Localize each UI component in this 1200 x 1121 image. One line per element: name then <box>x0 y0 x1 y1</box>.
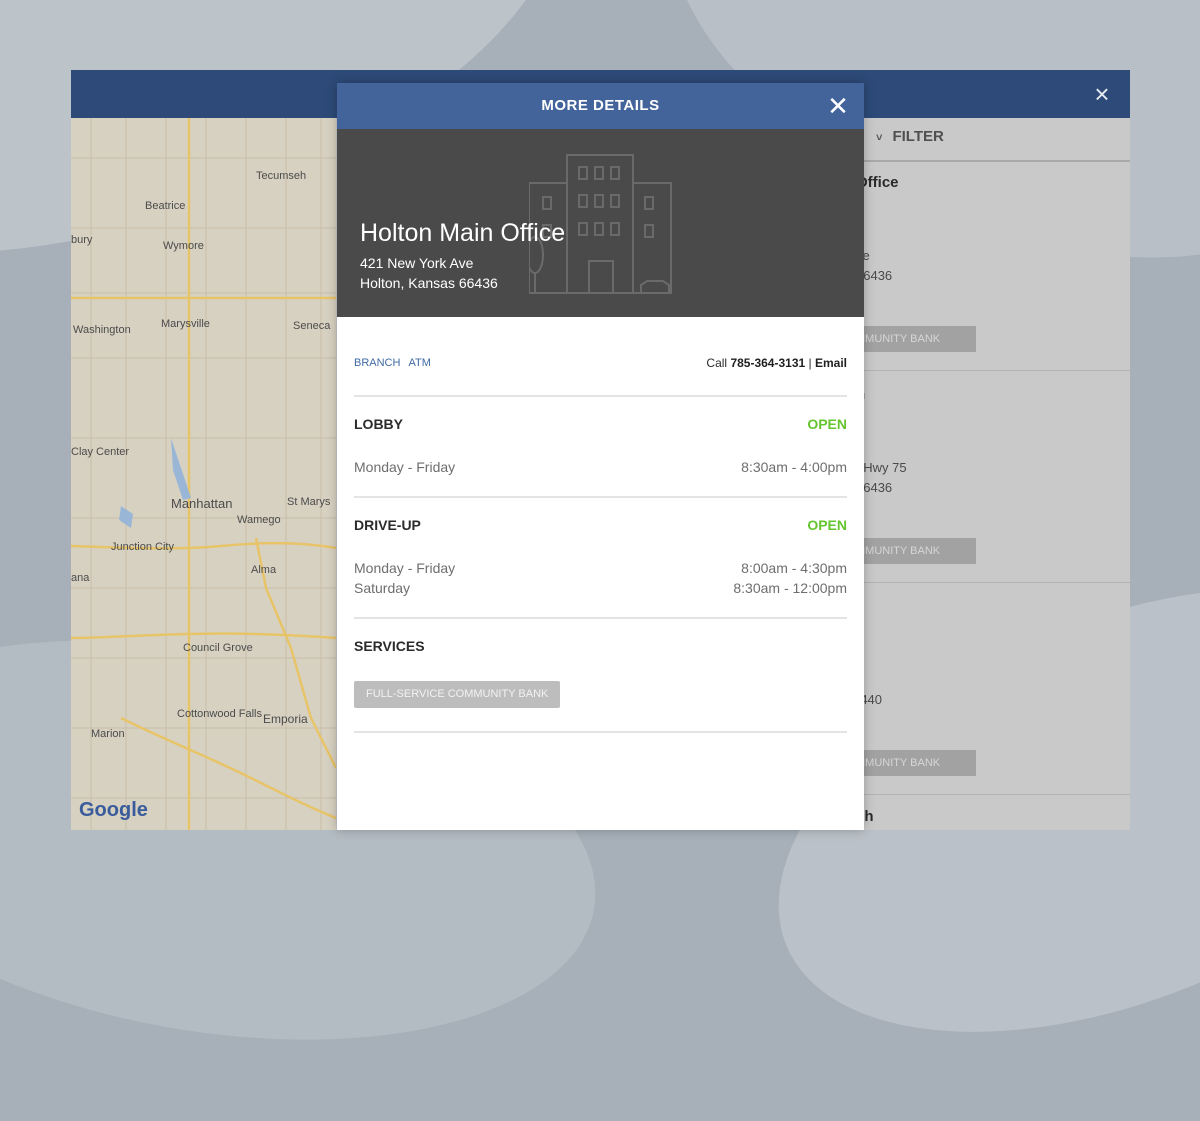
divider <box>354 496 847 498</box>
contact-separator: | <box>808 356 812 370</box>
service-badge: MMUNITY BANK <box>850 538 976 564</box>
service-badge: MMUNITY BANK <box>850 326 976 352</box>
more-details-modal: MORE DETAILS ✕ Holton Main Office 421 Ne… <box>337 83 864 830</box>
driveup-hours-time: 8:30am - 12:00pm <box>733 580 847 596</box>
map-label: Emporia <box>263 712 308 726</box>
map-label: ana <box>71 572 90 584</box>
google-logo: Google <box>79 799 148 821</box>
lobby-hours-days: Monday - Friday <box>354 459 456 475</box>
map-label: Seneca <box>293 320 331 332</box>
filter-button[interactable]: ˅ FILTER <box>876 128 944 145</box>
divider <box>354 617 847 619</box>
services-title: SERVICES <box>354 638 425 654</box>
map-label: bury <box>71 234 93 246</box>
map-label: Wamego <box>237 514 281 526</box>
location-type-tags: BRANCH ATM <box>354 357 439 369</box>
divider <box>354 395 847 397</box>
modal-title: MORE DETAILS <box>541 97 660 114</box>
map-label: Marion <box>91 728 125 740</box>
divider <box>856 160 1130 162</box>
lobby-title: LOBBY <box>354 416 403 432</box>
driveup-status-badge: OPEN <box>807 517 847 533</box>
driveup-hours-days: Monday - Friday <box>354 560 456 576</box>
driveup-hours-time: 8:00am - 4:30pm <box>741 560 847 576</box>
tag-branch: BRANCH <box>354 357 401 369</box>
map-label: Alma <box>251 564 277 576</box>
map-label: Washington <box>73 324 131 336</box>
lobby-status-badge: OPEN <box>807 416 847 432</box>
map-label: Beatrice <box>145 200 186 212</box>
divider <box>856 370 1130 371</box>
app-close-icon[interactable]: × <box>1088 80 1116 108</box>
chevron-down-icon: ˅ <box>876 132 883 144</box>
email-link[interactable]: Email <box>815 356 847 370</box>
driveup-title: DRIVE-UP <box>354 517 421 533</box>
map-label: Wymore <box>163 240 204 252</box>
divider <box>856 582 1130 583</box>
divider <box>856 794 1130 795</box>
map-label: Tecumseh <box>256 170 307 182</box>
branch-address-line1: 421 New York Ave <box>360 255 474 271</box>
map-label: Marysville <box>161 318 210 330</box>
call-prefix: Call <box>706 356 728 370</box>
map-label: Junction City <box>111 541 174 553</box>
phone-link[interactable]: 785-364-3131 <box>730 356 805 370</box>
close-icon[interactable]: ✕ <box>824 92 852 120</box>
divider <box>354 731 847 733</box>
map-label: Manhattan <box>171 496 233 511</box>
map-view[interactable]: Tecumseh Beatrice Wymore Washington Mary… <box>71 118 336 830</box>
service-badge: MMUNITY BANK <box>850 750 976 776</box>
service-badge: FULL-SERVICE COMMUNITY BANK <box>354 681 561 708</box>
modal-header: MORE DETAILS ✕ <box>337 83 864 129</box>
filter-label: FILTER <box>892 128 944 145</box>
map-label: St Marys <box>287 496 331 508</box>
map-label: Cottonwood Falls <box>177 708 262 720</box>
branch-hero: Holton Main Office 421 New York Ave Holt… <box>337 129 864 317</box>
map-label: Clay Center <box>71 446 130 458</box>
map-label: Council Grove <box>183 642 253 654</box>
driveup-hours-days: Saturday <box>354 580 411 596</box>
branch-name: Holton Main Office <box>360 219 566 247</box>
branch-address-line2: Holton, Kansas 66436 <box>360 275 498 291</box>
lobby-hours-time: 8:30am - 4:00pm <box>741 459 847 475</box>
tag-atm: ATM <box>408 357 431 369</box>
contact-info: Call 785-364-3131 | Email <box>706 356 847 370</box>
